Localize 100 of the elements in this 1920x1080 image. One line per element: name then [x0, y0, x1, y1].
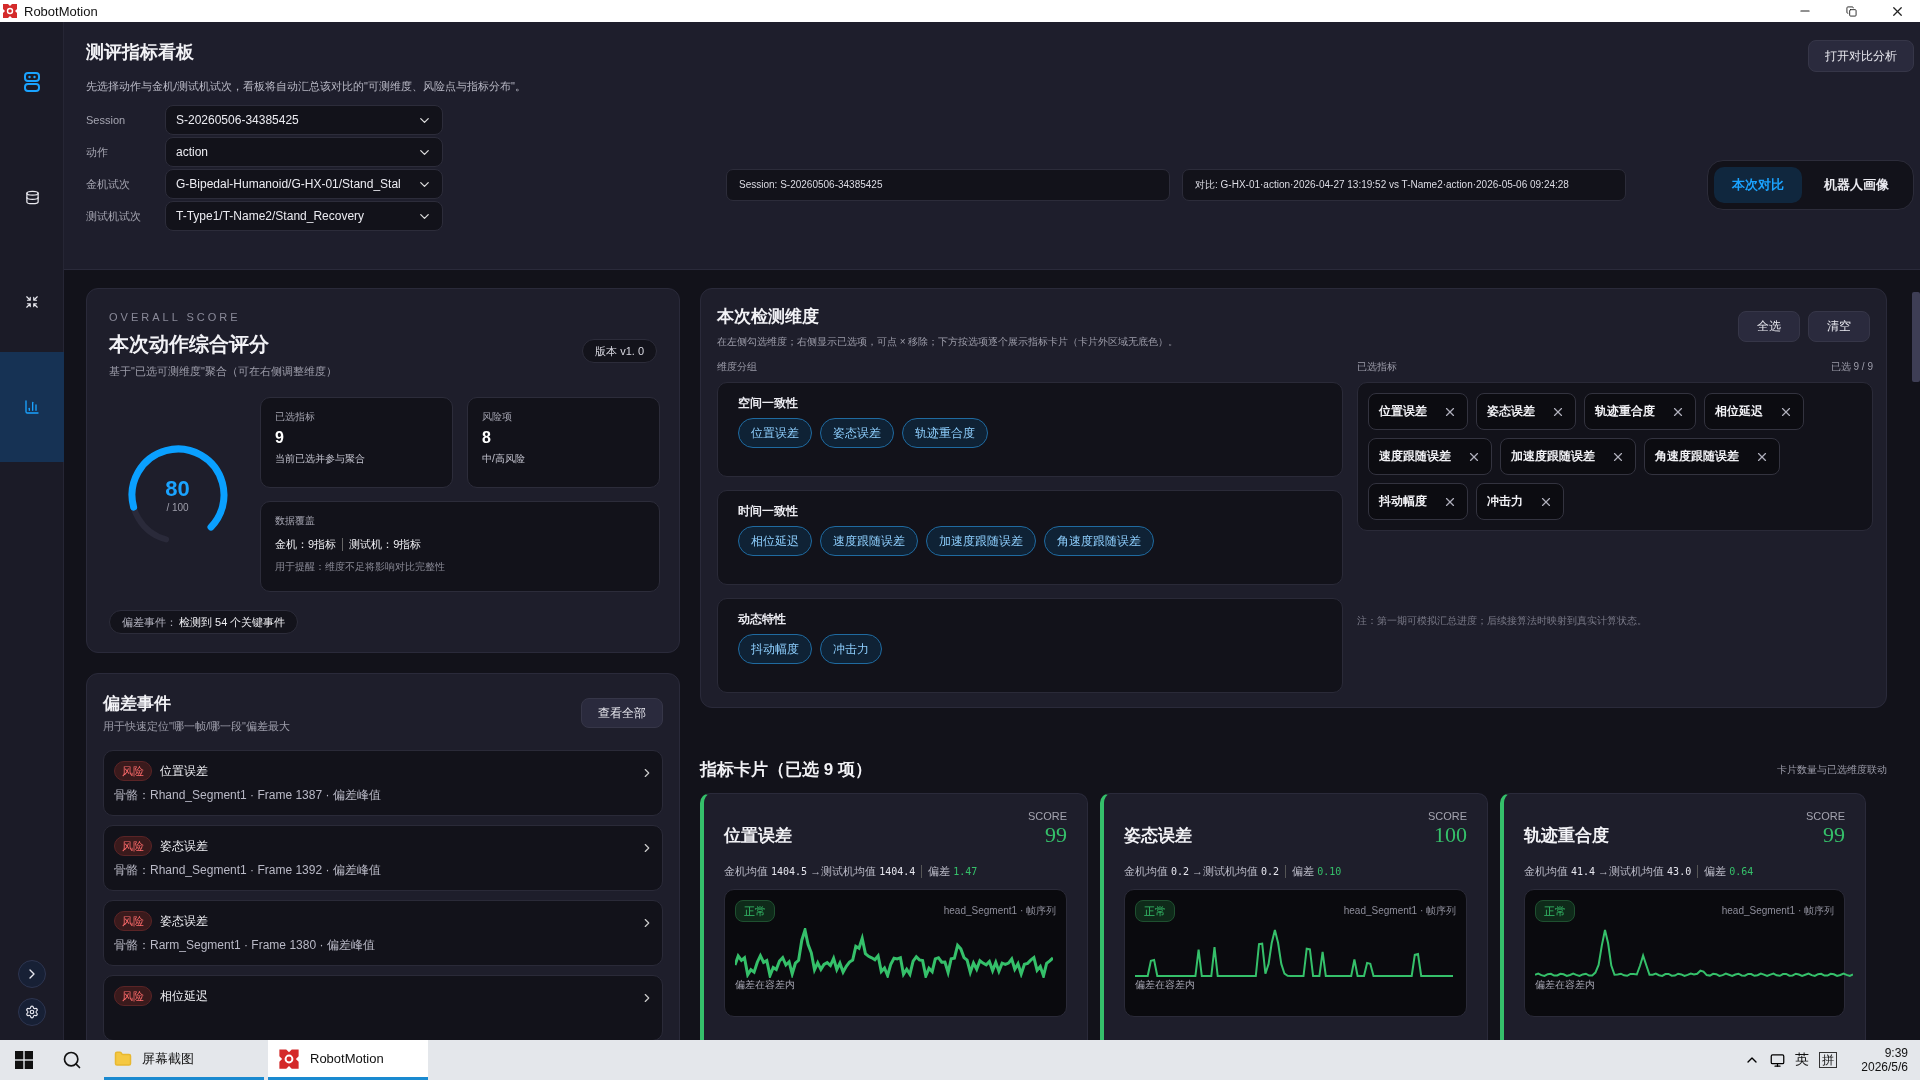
- app-logo-icon: [278, 1047, 300, 1070]
- event-item[interactable]: 风险 姿态误差 骨骼：Rhand_Segment1 · Frame 1392 · 偏差峰值: [103, 825, 663, 891]
- score-value: 80: [165, 476, 190, 502]
- version-badge: 版本 v1. 0: [582, 339, 657, 363]
- field-label: 测试机试次: [86, 208, 142, 224]
- dimension-chip[interactable]: 冲击力: [820, 634, 882, 664]
- settings-icon: [24, 1005, 39, 1019]
- field-label: Session: [86, 114, 127, 126]
- summary-label: 偏差事件：: [122, 614, 177, 630]
- chip-label: 轨迹重合度: [1595, 403, 1655, 420]
- status-tag: 正常: [1135, 900, 1175, 922]
- event-item[interactable]: 风险 位置误差 骨骼：Rhand_Segment1 · Frame 1387 · 偏差峰值: [103, 750, 663, 816]
- risk-tag: 风险: [114, 911, 152, 931]
- chip-label: 姿态误差: [1487, 403, 1535, 420]
- group-name: 空间一致性: [738, 395, 799, 412]
- dimension-chip[interactable]: 相位延迟: [738, 526, 812, 556]
- coverage-label: 数据覆盖: [275, 514, 316, 528]
- field-label: 金机试次: [86, 176, 131, 192]
- field-label: 动作: [86, 144, 109, 160]
- risk-tag: 风险: [114, 761, 152, 781]
- stat-note: 当前已选并参与聚合: [275, 452, 366, 466]
- view-tab[interactable]: 机器人画像: [1806, 167, 1907, 203]
- ime-language[interactable]: 英: [1795, 1051, 1810, 1069]
- settings-button[interactable]: [17, 998, 46, 1026]
- metric-name: 轨迹重合度: [1524, 825, 1609, 847]
- cards-note: 卡片数量与已选维度联动: [1777, 763, 1887, 777]
- dimension-chip[interactable]: 轨迹重合度: [902, 418, 988, 448]
- stat-label: 已选指标: [275, 410, 316, 424]
- golden-coverage: 金机：9指标: [275, 537, 337, 552]
- dimension-chip[interactable]: 速度跟随误差: [820, 526, 918, 556]
- collapse-arrows-icon: [25, 295, 39, 309]
- groups-label: 维度分组: [717, 360, 758, 374]
- score-subtitle: 基于"已选可测维度"聚合（可在右侧调整维度）: [109, 364, 338, 379]
- stat-label: 风险项: [482, 410, 513, 424]
- event-item[interactable]: 风险 相位延迟: [103, 975, 663, 1040]
- dimension-chip[interactable]: 加速度跟随误差: [926, 526, 1036, 556]
- series-label: head_Segment1 · 帧序列: [1343, 904, 1456, 918]
- dimensions-title: 本次检测维度: [717, 306, 820, 328]
- taskbar-item[interactable]: 屏幕截图: [104, 1040, 264, 1080]
- select-field[interactable]: action: [165, 137, 443, 167]
- dimension-chip[interactable]: 抖动幅度: [738, 634, 812, 664]
- stat-value: 9: [275, 429, 285, 447]
- select-all-button[interactable]: 全选: [1738, 311, 1800, 342]
- score-label: SCORE: [1027, 810, 1067, 822]
- summary-text: 检测到 54 个关键事件: [179, 614, 286, 630]
- page-title: 测评指标看板: [86, 41, 195, 64]
- score-label: SCORE: [1805, 810, 1845, 822]
- metric-name: 位置误差: [724, 825, 792, 847]
- events-subtitle: 用于快速定位"哪一帧/哪一段"偏差最大: [103, 719, 290, 734]
- event-detail: 骨骼：Rhand_Segment1 · Frame 1387 · 偏差峰值: [114, 787, 382, 804]
- clear-button[interactable]: 清空: [1808, 311, 1870, 342]
- stat-value: 8: [482, 429, 492, 447]
- dimension-chip[interactable]: 姿态误差: [820, 418, 894, 448]
- metric-stats: 金机均值 41.4 →测试机均值 43.0 偏差 0.64: [1524, 864, 1755, 879]
- windows-icon: [15, 1051, 33, 1069]
- chart-icon: [24, 399, 40, 415]
- chip-label: 冲击力: [1487, 493, 1523, 510]
- tolerance-note: 偏差在容差内: [1535, 978, 1596, 992]
- network-icon[interactable]: [1770, 1052, 1786, 1068]
- dimension-chip[interactable]: 位置误差: [738, 418, 812, 448]
- compare-info: 对比: G-HX-01·action·2026-04-27 13:19:52 vs T-Name2·action·2026-05-06 09:24:28: [1182, 169, 1626, 201]
- view-tab[interactable]: 本次对比: [1714, 167, 1802, 203]
- restore-icon: [1845, 5, 1857, 17]
- chip-label: 速度跟随误差: [1379, 448, 1451, 465]
- event-item[interactable]: 风险 姿态误差 骨骼：Rarm_Segment1 · Frame 1380 · 偏差峰值: [103, 900, 663, 966]
- chip-label: 加速度跟随误差: [1511, 448, 1595, 465]
- group-name: 时间一致性: [738, 503, 799, 520]
- group-name: 动态特性: [738, 611, 787, 628]
- tolerance-note: 偏差在容差内: [735, 978, 796, 992]
- clock-date: 2026/5/6: [1861, 1060, 1908, 1074]
- chip-label: 抖动幅度: [1379, 493, 1427, 510]
- select-field[interactable]: G-Bipedal-Humanoid/G-HX-01/Stand_Stal: [165, 169, 443, 199]
- select-field[interactable]: T-Type1/T-Name2/Stand_Recovery: [165, 201, 443, 231]
- metric-stats: 金机均值 0.2 →测试机均值 0.2 偏差 0.10: [1124, 864, 1343, 879]
- select-field[interactable]: S-20260506-34385425: [165, 105, 443, 135]
- event-name: 姿态误差: [160, 837, 208, 855]
- expand-button[interactable]: [17, 960, 46, 988]
- metric-score: 99: [1045, 822, 1067, 848]
- scrollbar[interactable]: [1912, 292, 1920, 382]
- window-title: RobotMotion: [24, 3, 98, 19]
- folder-icon: [114, 1049, 132, 1068]
- session-info: Session: S-20260506-34385425: [726, 169, 1170, 201]
- selected-label: 已选指标: [1357, 360, 1397, 374]
- ime-mode[interactable]: 拼: [1819, 1052, 1838, 1068]
- dimensions-description: 在左侧勾选维度；右侧显示已选项，可点 × 移除；下方按选项逐个展示指标卡片（卡片外区域无底色）。: [717, 335, 1179, 349]
- event-name: 姿态误差: [160, 912, 208, 930]
- chip-label: 角速度跟随误差: [1655, 448, 1739, 465]
- cards-title: 指标卡片（已选 9 项）: [700, 759, 872, 781]
- view-all-button[interactable]: 查看全部: [581, 698, 663, 728]
- dimension-chip[interactable]: 角速度跟随误差: [1044, 526, 1154, 556]
- chip-label: 相位延迟: [1715, 403, 1763, 420]
- taskbar-item[interactable]: RobotMotion: [268, 1040, 428, 1080]
- robot-icon: [22, 71, 42, 93]
- open-compare-button[interactable]: 打开对比分析: [1808, 40, 1914, 72]
- events-title: 偏差事件: [103, 693, 172, 715]
- metric-score: 99: [1823, 822, 1845, 848]
- coverage-note: 用于提醒：维度不足将影响对比完整性: [275, 560, 446, 574]
- metric-stats: 金机均值 1404.5 →测试机均值 1404.4 偏差 1.47: [724, 864, 979, 879]
- score-label: SCORE: [1427, 810, 1467, 822]
- status-tag: 正常: [1535, 900, 1575, 922]
